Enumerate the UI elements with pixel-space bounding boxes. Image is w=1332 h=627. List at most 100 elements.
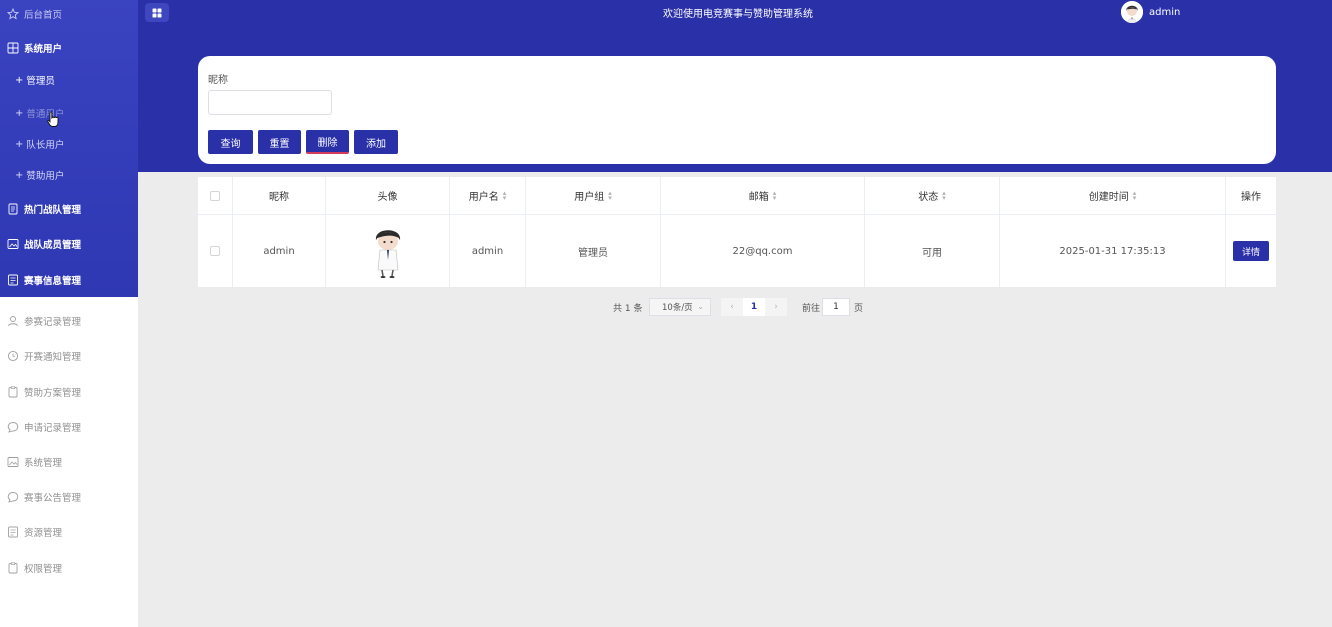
sidebar-item-label: 权限管理 [24, 564, 63, 575]
sort-icon[interactable]: ▴ ▾ [942, 189, 946, 201]
avatar[interactable] [1121, 1, 1143, 23]
nickname-label: 昵称 [208, 75, 228, 86]
query-button[interactable]: 查询 [208, 130, 253, 154]
column-header-email[interactable]: 邮箱 ▴ ▾ [661, 177, 865, 214]
cell-status: 可用 [865, 215, 1000, 287]
sidebar-item-label: 管理员 [26, 76, 55, 87]
sidebar-item-label: 系统用户 [24, 44, 63, 55]
sidebar-item-label: 后台首页 [24, 10, 63, 21]
plus-icon: + [15, 107, 24, 119]
sidebar-item-label: 资源管理 [24, 528, 63, 539]
column-header-label: 昵称 [269, 192, 289, 203]
sidebar-subitem-sponsor-users[interactable]: + 赞助用户 [0, 161, 138, 189]
sort-icon[interactable]: ▴ ▾ [1133, 189, 1137, 201]
hand-cursor-icon [47, 111, 59, 129]
column-header-label: 用户名 [468, 192, 499, 203]
sidebar-item-label: 申请记录管理 [24, 423, 82, 434]
current-user-name[interactable]: admin [1149, 7, 1180, 18]
cell-created: 2025-01-31 17:35:13 [1000, 215, 1226, 287]
goto-label: 前往 [802, 303, 821, 314]
list-icon [7, 274, 19, 286]
pagination-total: 共 1 条 [613, 303, 643, 314]
chevron-down-icon: ⌄ [697, 302, 704, 311]
clipboard-icon [7, 562, 19, 574]
sidebar-item-label: 参赛记录管理 [24, 317, 82, 328]
sidebar-item-label: 热门战队管理 [24, 205, 82, 216]
chevron-right-icon[interactable]: › [765, 298, 787, 316]
sidebar-item-sponsor-plans[interactable]: 赞助方案管理 [0, 378, 138, 406]
sidebar-item-participation-records[interactable]: 参赛记录管理 [0, 307, 138, 335]
cell-group: 管理员 [526, 215, 661, 287]
cell-email: 22@qq.com [661, 215, 865, 287]
sidebar-item-event-info[interactable]: 赛事信息管理 [0, 266, 138, 294]
clipboard-icon [7, 386, 19, 398]
sort-icon[interactable]: ▴ ▾ [503, 189, 507, 201]
column-header-avatar: 头像 [326, 177, 450, 214]
nickname-input[interactable] [208, 90, 332, 115]
chat-icon [7, 491, 19, 503]
sidebar-item-team-members[interactable]: 战队成员管理 [0, 230, 138, 258]
plus-icon: + [15, 74, 24, 86]
sort-icon[interactable]: ▴ ▾ [773, 189, 777, 201]
table-header-row: 昵称 头像 用户名 ▴ ▾ 用户组 ▴ ▾ 邮箱 ▴ ▾ 状态 ▴ ▾ 创建时间 ▴ ▾ … [198, 177, 1276, 215]
sidebar-item-system-users[interactable]: 系统用户 [0, 34, 138, 62]
reset-button[interactable]: 重置 [258, 130, 301, 154]
column-header-status[interactable]: 状态 ▴ ▾ [865, 177, 1000, 214]
page-unit-label: 页 [854, 303, 864, 314]
detail-button[interactable]: 详情 [1233, 241, 1269, 261]
sort-icon[interactable]: ▴ ▾ [608, 189, 612, 201]
page-size-select[interactable]: 10条/页 ⌄ [649, 298, 711, 316]
image-icon [7, 238, 19, 250]
cell-actions: 详情 [1226, 215, 1276, 287]
row-checkbox[interactable] [210, 246, 220, 256]
image-icon [7, 456, 19, 468]
select-all-checkbox[interactable] [210, 190, 220, 201]
page-number-current[interactable]: 1 [743, 298, 765, 316]
chevron-left-icon[interactable]: ‹ [721, 298, 743, 316]
sidebar-item-application-records[interactable]: 申请记录管理 [0, 413, 138, 441]
sidebar-item-label: 队长用户 [26, 140, 65, 151]
column-header-created[interactable]: 创建时间 ▴ ▾ [1000, 177, 1226, 214]
row-select-cell [198, 215, 233, 287]
grid-icon [7, 42, 19, 54]
sidebar-subitem-normal-users[interactable]: + 普通用户 [0, 99, 138, 127]
menu-toggle-button[interactable] [145, 3, 169, 22]
page-navigation: ‹ 1 › [721, 298, 787, 316]
column-header-label: 头像 [377, 192, 398, 203]
plus-icon: + [15, 169, 24, 181]
sidebar-item-label: 赞助用户 [26, 171, 65, 182]
search-panel: 昵称 查询 重置 删除 添加 [198, 56, 1276, 164]
column-header-label: 创建时间 [1088, 192, 1129, 203]
document-icon [7, 203, 19, 215]
cell-nickname: admin [233, 215, 326, 287]
page-size-value: 10条/页 [662, 303, 693, 313]
sidebar-item-event-announcements[interactable]: 赛事公告管理 [0, 483, 138, 511]
cell-avatar [326, 215, 450, 287]
add-button[interactable]: 添加 [354, 130, 398, 154]
column-header-label: 用户组 [574, 192, 605, 203]
sidebar-item-label: 系统管理 [24, 458, 63, 469]
apps-grid-icon [152, 8, 162, 17]
goto-page-input[interactable]: 1 [822, 298, 850, 316]
sidebar-item-resources[interactable]: 资源管理 [0, 518, 138, 546]
sidebar-item-home[interactable]: 后台首页 [0, 0, 138, 28]
column-header-group[interactable]: 用户组 ▴ ▾ [526, 177, 661, 214]
sidebar-item-label: 战队成员管理 [24, 240, 82, 251]
user-icon [7, 315, 19, 327]
chat-icon [7, 421, 19, 433]
column-header-actions: 操作 [1226, 177, 1276, 214]
sidebar-item-permissions[interactable]: 权限管理 [0, 554, 138, 582]
sidebar-subitem-admin[interactable]: + 管理员 [0, 66, 138, 94]
delete-button[interactable]: 删除 [306, 130, 349, 154]
column-header-label: 操作 [1241, 192, 1261, 203]
avatar[interactable] [373, 224, 403, 278]
sidebar-item-label: 开赛通知管理 [24, 352, 82, 363]
sidebar-item-start-notice[interactable]: 开赛通知管理 [0, 342, 138, 370]
column-header-username[interactable]: 用户名 ▴ ▾ [450, 177, 526, 214]
sidebar-subitem-captain-users[interactable]: + 队长用户 [0, 130, 138, 158]
sidebar-item-system-management[interactable]: 系统管理 [0, 448, 138, 476]
clock-icon [7, 350, 19, 362]
column-header-label: 状态 [918, 192, 939, 203]
sidebar-item-label: 赛事信息管理 [24, 276, 82, 287]
sidebar-item-hot-teams[interactable]: 热门战队管理 [0, 195, 138, 223]
